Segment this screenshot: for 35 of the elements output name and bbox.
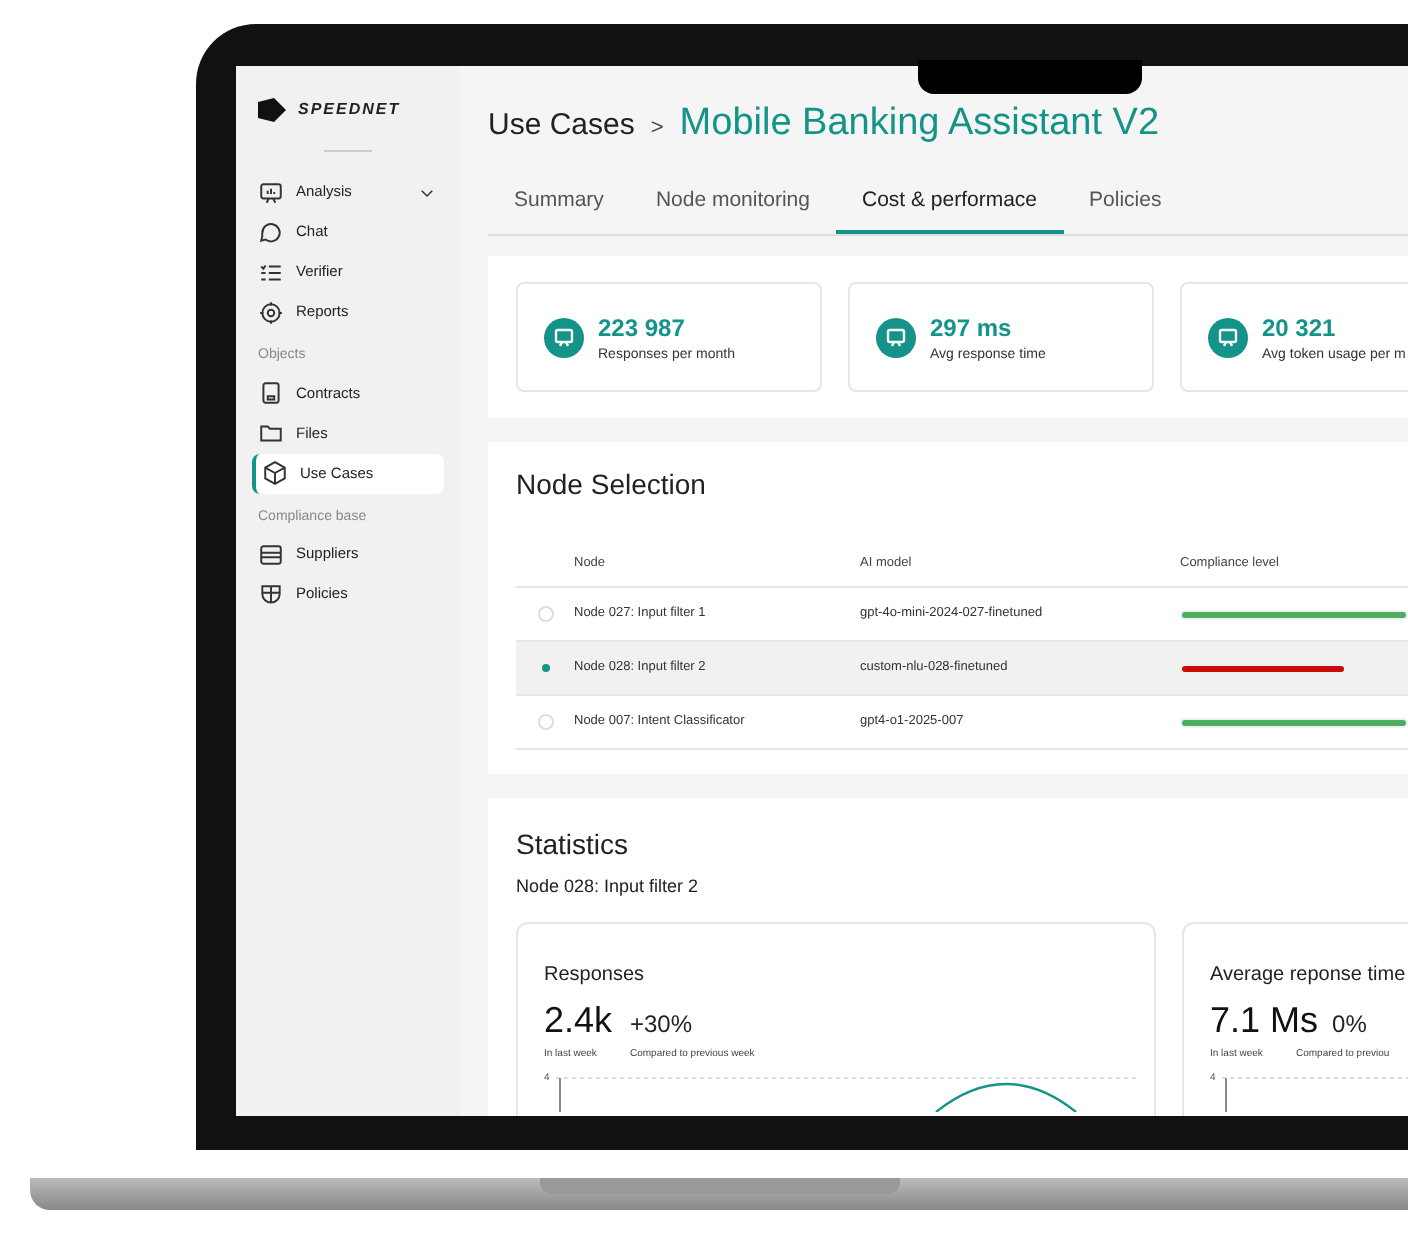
metric-change: +30% (630, 1007, 693, 1042)
metric-value: 2.4k (544, 997, 615, 1044)
tab[interactable]: Cost & performace (835, 181, 1064, 235)
brand-name: SPEEDNET (298, 98, 401, 122)
section-title: Statistics (516, 826, 631, 865)
metric-value: 7.1 Ms (1210, 997, 1319, 1044)
checklist-icon (258, 259, 284, 285)
cube-icon (262, 460, 288, 486)
presentation-badge-icon (544, 317, 584, 358)
presentation-badge-icon (1208, 317, 1248, 358)
breadcrumb-separator: > (650, 114, 664, 144)
breadcrumb-link[interactable]: Use Cases (488, 104, 635, 149)
stat-value: 223 987 (598, 311, 687, 345)
page-title: Mobile Banking Assistant V2 (679, 100, 1160, 148)
tab[interactable]: Summary (488, 181, 630, 235)
card-title: Responses (544, 961, 647, 990)
radio-button[interactable] (537, 714, 553, 731)
metric-change: 0% (1332, 1007, 1367, 1042)
tab[interactable]: Policies (1063, 181, 1188, 235)
logo-icon (258, 98, 286, 122)
section-subtitle: Node 028: Input filter 2 (516, 874, 701, 901)
radio-button[interactable] (537, 606, 553, 623)
stat-value: 297 ms (930, 311, 1014, 345)
stat-value: 20 321 (1262, 311, 1338, 345)
shield-icon (258, 581, 284, 607)
chat-bubble-icon (258, 219, 284, 245)
section-title: Node Selection (516, 466, 708, 505)
storefront-icon (258, 541, 284, 567)
presentation-badge-icon (876, 317, 916, 358)
document-icon (258, 380, 284, 406)
folder-icon (258, 420, 284, 446)
card-title: Average reponse time (1210, 961, 1408, 990)
presentation-icon (258, 179, 284, 205)
tab[interactable]: Node monitoring (629, 181, 836, 235)
settings-icon (258, 299, 284, 325)
